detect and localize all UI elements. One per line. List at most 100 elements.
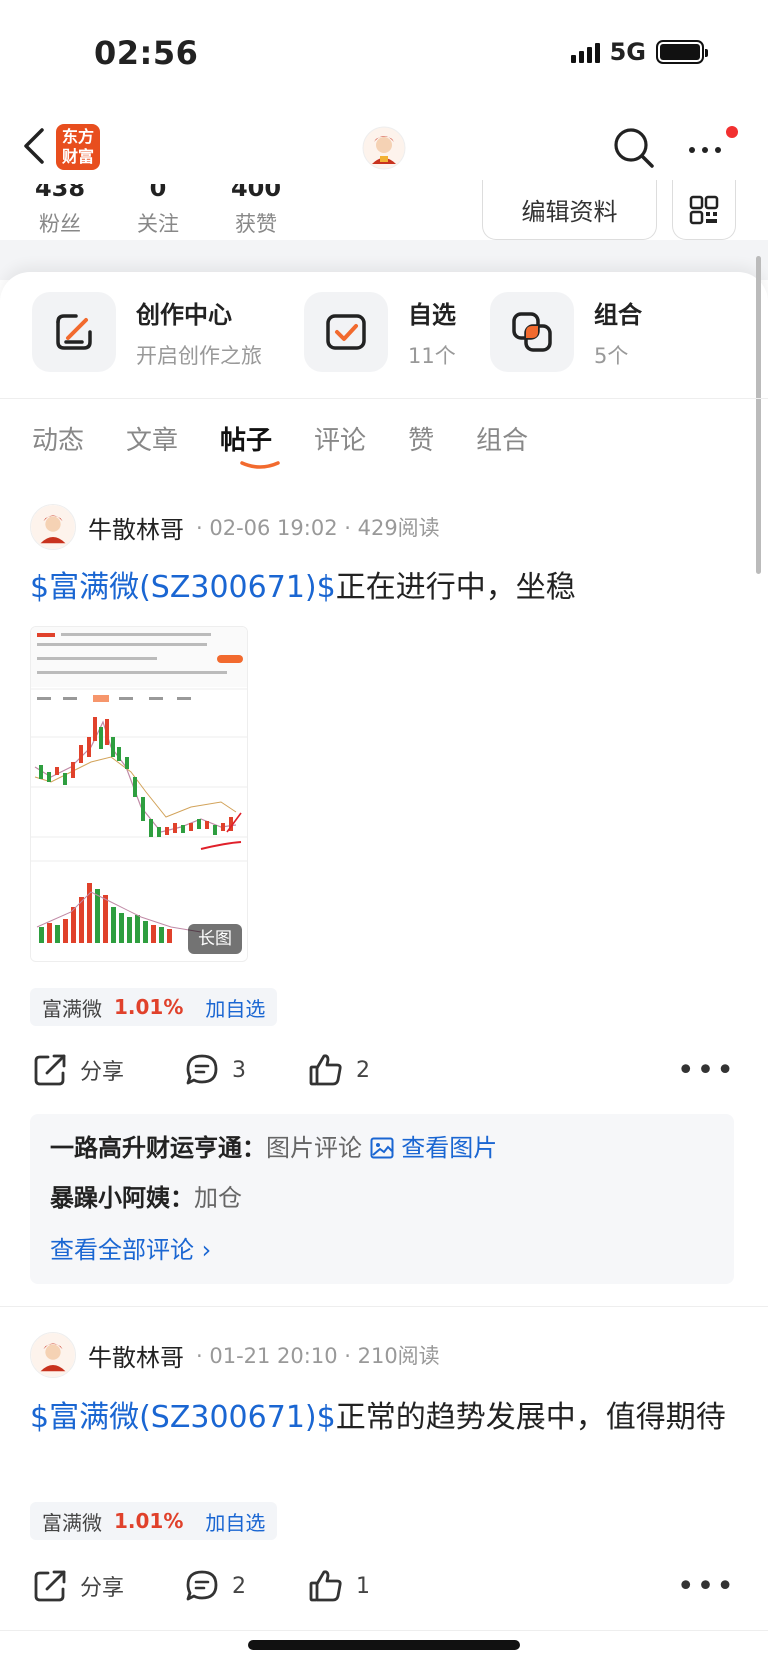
stat-fans[interactable]: 438 粉丝: [30, 184, 90, 238]
thumbs-up-icon: [309, 1054, 342, 1086]
post-header[interactable]: 牛散林哥 · 02-06 19:02 · 429阅读: [30, 504, 440, 550]
author-name[interactable]: 牛散林哥: [88, 510, 184, 545]
post-more-icon[interactable]: •••: [677, 1569, 736, 1604]
share-label: 分享: [80, 1060, 125, 1085]
active-tab-indicator: [240, 461, 280, 469]
back-icon[interactable]: [20, 126, 50, 166]
thumbs-up-icon: [309, 1570, 342, 1602]
share-label: 分享: [80, 1576, 125, 1601]
post-meta: · 02-06 19:02 · 429阅读: [196, 516, 440, 540]
signal-icon: [570, 41, 600, 63]
post-more-icon[interactable]: •••: [677, 1053, 736, 1088]
post-body[interactable]: $富满微(SZ300671)$正在进行中，坐稳: [30, 564, 740, 612]
battery-icon: [656, 40, 708, 64]
comment-count: 3: [232, 1057, 246, 1083]
comment-icon: [186, 1054, 218, 1085]
post-body[interactable]: $富满微(SZ300671)$正常的趋势发展中，值得期待: [30, 1394, 740, 1442]
logo-text-top: 东方: [61, 127, 94, 146]
feature-subtitle: 开启创作之旅: [136, 343, 262, 368]
checkbox-icon: [304, 292, 388, 372]
post-text: 正常的趋势发展中，值得期待: [335, 1400, 726, 1435]
tab-activity[interactable]: 动态: [32, 420, 84, 457]
stock-chip[interactable]: 富满微 1.01% 加自选: [30, 1502, 278, 1540]
comment-text: 图片评论: [266, 1134, 362, 1162]
author-avatar[interactable]: [30, 504, 76, 550]
post-header[interactable]: 牛散林哥 · 01-21 20:10 · 210阅读: [30, 1332, 440, 1378]
stat-value: 0: [149, 184, 167, 200]
share-button[interactable]: 分享: [32, 1052, 184, 1088]
logo-text-bottom: 财富: [61, 147, 94, 166]
stock-chip[interactable]: 富满微 1.01% 加自选: [30, 988, 278, 1026]
share-icon: [34, 1570, 66, 1602]
app-logo[interactable]: 东方 财富: [56, 124, 100, 170]
like-button[interactable]: 1: [308, 1568, 408, 1604]
comment-button[interactable]: 2: [184, 1568, 308, 1604]
stat-value: 400: [230, 184, 282, 200]
divider: [0, 398, 768, 399]
share-icon: [34, 1054, 66, 1086]
stat-likes[interactable]: 400 获赞: [226, 184, 286, 238]
feature-title: 组合: [594, 300, 642, 329]
like-count: 2: [356, 1057, 370, 1083]
stat-value: 438: [34, 184, 86, 200]
stat-label: 粉丝: [39, 212, 81, 236]
stock-link[interactable]: $富满微(SZ300671)$: [30, 1400, 336, 1435]
profile-tabs: 动态 文章 帖子 评论 赞 组合: [32, 420, 570, 457]
feature-subtitle: 11个: [408, 343, 456, 368]
stock-link[interactable]: $富满微(SZ300671)$: [30, 570, 336, 605]
stock-chart-thumbnail: [31, 627, 247, 961]
search-icon[interactable]: [612, 126, 656, 170]
like-button[interactable]: 2: [308, 1052, 408, 1088]
comment-item: 暴躁小阿姨：加仓: [50, 1180, 714, 1230]
comment-preview[interactable]: 一路高升财运亨通：图片评论 查看图片 暴躁小阿姨：加仓 查看全部评论 ›: [30, 1114, 734, 1284]
more-icon[interactable]: [686, 130, 726, 170]
divider: [0, 1306, 768, 1307]
comment-text: 加仓: [194, 1184, 242, 1212]
chip-change: 1.01%: [114, 995, 184, 1019]
add-watchlist-button[interactable]: 加自选: [205, 1507, 265, 1536]
post-meta: · 01-21 20:10 · 210阅读: [196, 1344, 440, 1368]
tab-comments[interactable]: 评论: [314, 420, 366, 457]
view-all-comments-link[interactable]: 查看全部评论 ›: [50, 1230, 714, 1265]
chip-stock-name: 富满微: [42, 1510, 102, 1535]
long-image-badge: 长图: [188, 924, 242, 954]
feature-creation-center[interactable]: 创作中心 开启创作之旅: [32, 292, 262, 372]
comment-user[interactable]: 一路高升财运亨通：: [50, 1134, 266, 1162]
feature-watchlist[interactable]: 自选 11个: [304, 292, 456, 372]
share-button[interactable]: 分享: [32, 1568, 184, 1604]
home-indicator[interactable]: [248, 1640, 520, 1650]
comment-button[interactable]: 3: [184, 1052, 308, 1088]
post-actions: 分享 2 1 •••: [32, 1568, 736, 1604]
scrollbar[interactable]: [756, 256, 761, 574]
post-actions: 分享 3 2 •••: [32, 1052, 736, 1088]
tab-posts[interactable]: 帖子: [220, 420, 272, 457]
like-count: 1: [356, 1573, 370, 1599]
stat-following[interactable]: 0 关注: [128, 184, 188, 238]
view-image-link[interactable]: 查看图片: [370, 1134, 497, 1162]
edit-profile-button[interactable]: 编辑资料: [482, 180, 657, 240]
tab-portfolio[interactable]: 组合: [476, 420, 528, 457]
tab-articles[interactable]: 文章: [126, 420, 178, 457]
combo-icon: [490, 292, 574, 372]
qr-code-button[interactable]: [672, 180, 736, 240]
add-watchlist-button[interactable]: 加自选: [205, 993, 265, 1022]
author-avatar[interactable]: [30, 1332, 76, 1378]
stat-label: 关注: [137, 212, 179, 236]
image-icon: [370, 1137, 394, 1159]
qr-code-icon: [689, 195, 719, 224]
comment-icon: [186, 1570, 218, 1601]
feature-title: 自选: [408, 300, 456, 329]
comment-user[interactable]: 暴躁小阿姨：: [50, 1184, 194, 1212]
notification-dot: [726, 126, 738, 138]
user-avatar-icon[interactable]: [362, 126, 406, 170]
feature-portfolio[interactable]: 组合 5个: [490, 292, 642, 372]
pen-pad-icon: [32, 292, 116, 372]
tab-likes[interactable]: 赞: [408, 420, 434, 457]
author-name[interactable]: 牛散林哥: [88, 1338, 184, 1373]
feature-title: 创作中心: [136, 300, 232, 329]
feature-subtitle: 5个: [594, 343, 629, 368]
chip-change: 1.01%: [114, 1509, 184, 1533]
post-image[interactable]: [30, 626, 248, 962]
post-text: 正在进行中，坐稳: [335, 570, 576, 605]
stat-label: 获赞: [235, 212, 277, 236]
